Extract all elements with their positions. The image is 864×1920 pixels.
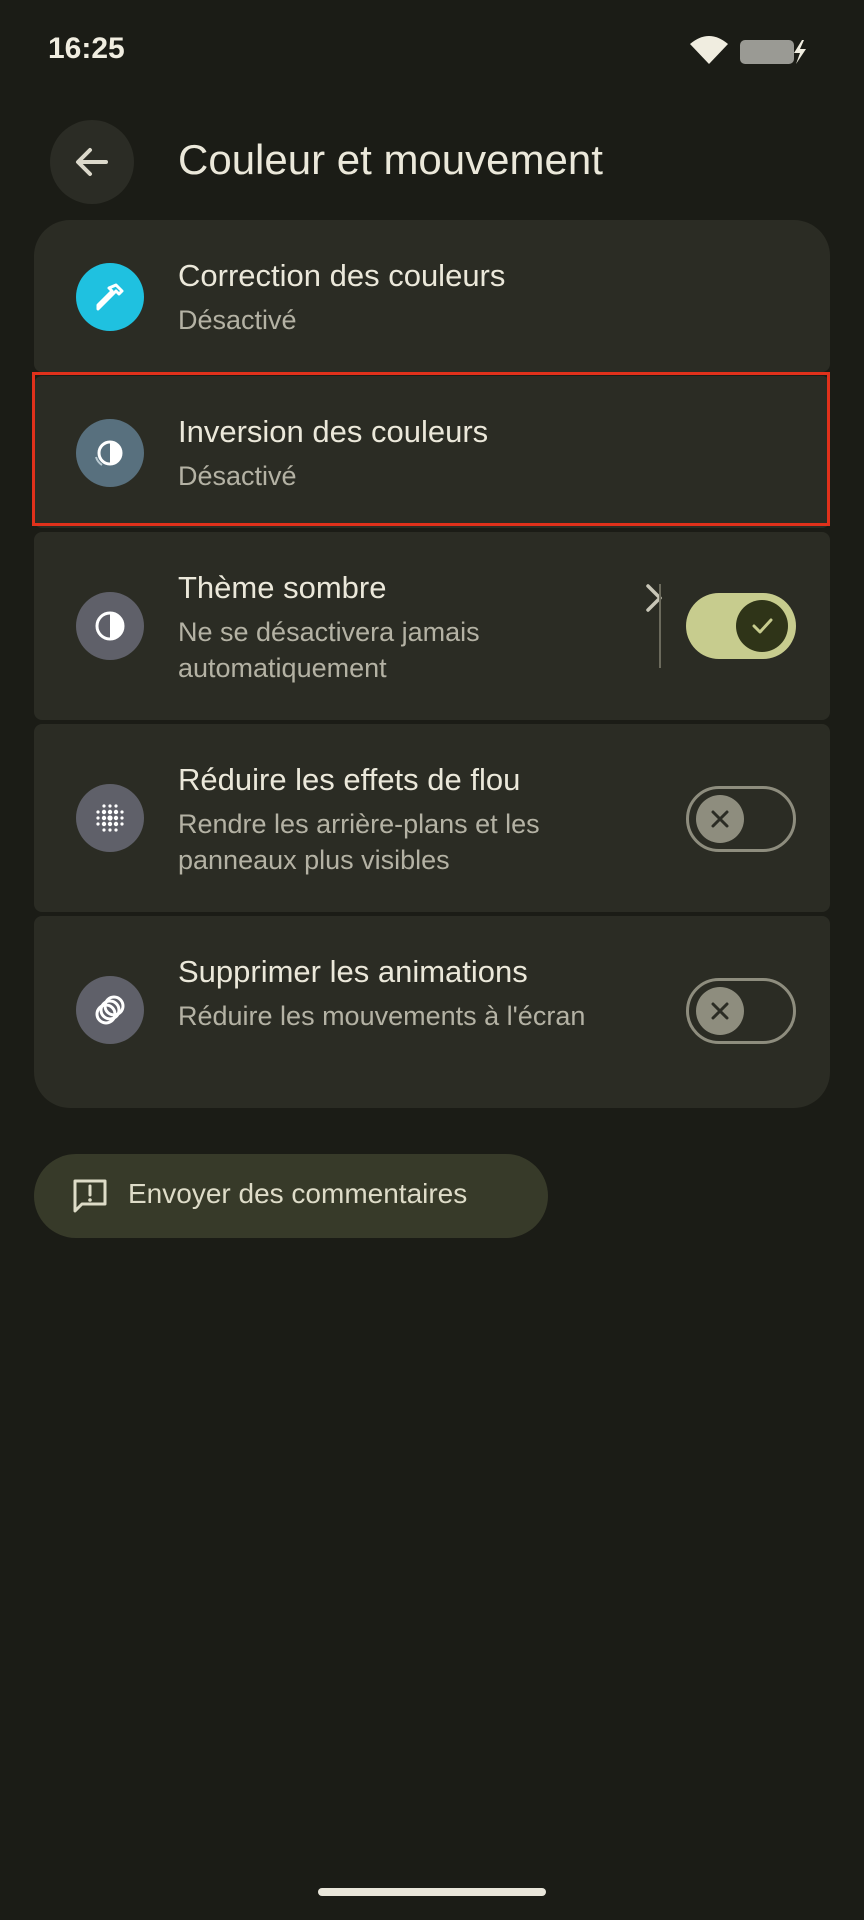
- status-time: 16:25: [48, 32, 125, 65]
- chevron-right-icon[interactable]: [638, 578, 672, 618]
- toggle-thumb: [736, 600, 788, 652]
- setting-summary: Rendre les arrière-plans et les panneaux…: [178, 809, 540, 875]
- status-bar: 16:25: [0, 0, 864, 100]
- back-button[interactable]: [50, 120, 134, 204]
- color-inversion-icon: [76, 419, 144, 487]
- setting-color-inversion[interactable]: Inversion des couleurs Désactivé: [34, 376, 830, 528]
- setting-remove-animations[interactable]: Supprimer les animations Réduire les mou…: [34, 916, 830, 1108]
- home-indicator[interactable]: [318, 1888, 546, 1896]
- feedback-label: Envoyer des commentaires: [128, 1178, 468, 1209]
- setting-summary: Désactivé: [178, 305, 297, 335]
- setting-title: Inversion des couleurs: [178, 414, 489, 449]
- dark-theme-icon: [76, 592, 144, 660]
- arrow-left-icon: [76, 148, 108, 176]
- eyedropper-icon: [76, 263, 144, 331]
- toggle-thumb: [696, 795, 744, 843]
- animation-rings-icon: [76, 976, 144, 1044]
- close-icon: [711, 1002, 729, 1020]
- close-icon: [711, 810, 729, 828]
- feedback-button[interactable]: Envoyer des commentaires: [34, 1154, 548, 1238]
- battery-charging-icon: [740, 40, 806, 64]
- setting-summary: Désactivé: [178, 461, 297, 491]
- page-title: Couleur et mouvement: [178, 136, 603, 183]
- setting-dark-theme[interactable]: Thème sombre Ne se désactivera jamais au…: [34, 532, 830, 720]
- setting-color-correction[interactable]: Correction des couleurs Désactivé: [34, 220, 830, 372]
- reduce-blur-toggle[interactable]: [686, 786, 796, 852]
- toggle-thumb: [696, 987, 744, 1035]
- remove-animations-toggle[interactable]: [686, 978, 796, 1044]
- dark-theme-toggle[interactable]: [686, 593, 796, 659]
- check-icon: [752, 618, 773, 634]
- blur-dots-icon: [76, 784, 144, 852]
- setting-title: Thème sombre: [178, 570, 387, 605]
- setting-title: Supprimer les animations: [178, 954, 528, 989]
- setting-summary: Réduire les mouvements à l'écran: [178, 1001, 586, 1031]
- feedback-icon: [73, 1179, 107, 1213]
- setting-title: Réduire les effets de flou: [178, 762, 521, 797]
- wifi-icon: [690, 36, 728, 64]
- setting-summary: Ne se désactivera jamais automatiquement: [178, 617, 480, 683]
- divider: [659, 584, 661, 668]
- setting-title: Correction des couleurs: [178, 258, 506, 293]
- setting-reduce-blur[interactable]: Réduire les effets de flou Rendre les ar…: [34, 724, 830, 912]
